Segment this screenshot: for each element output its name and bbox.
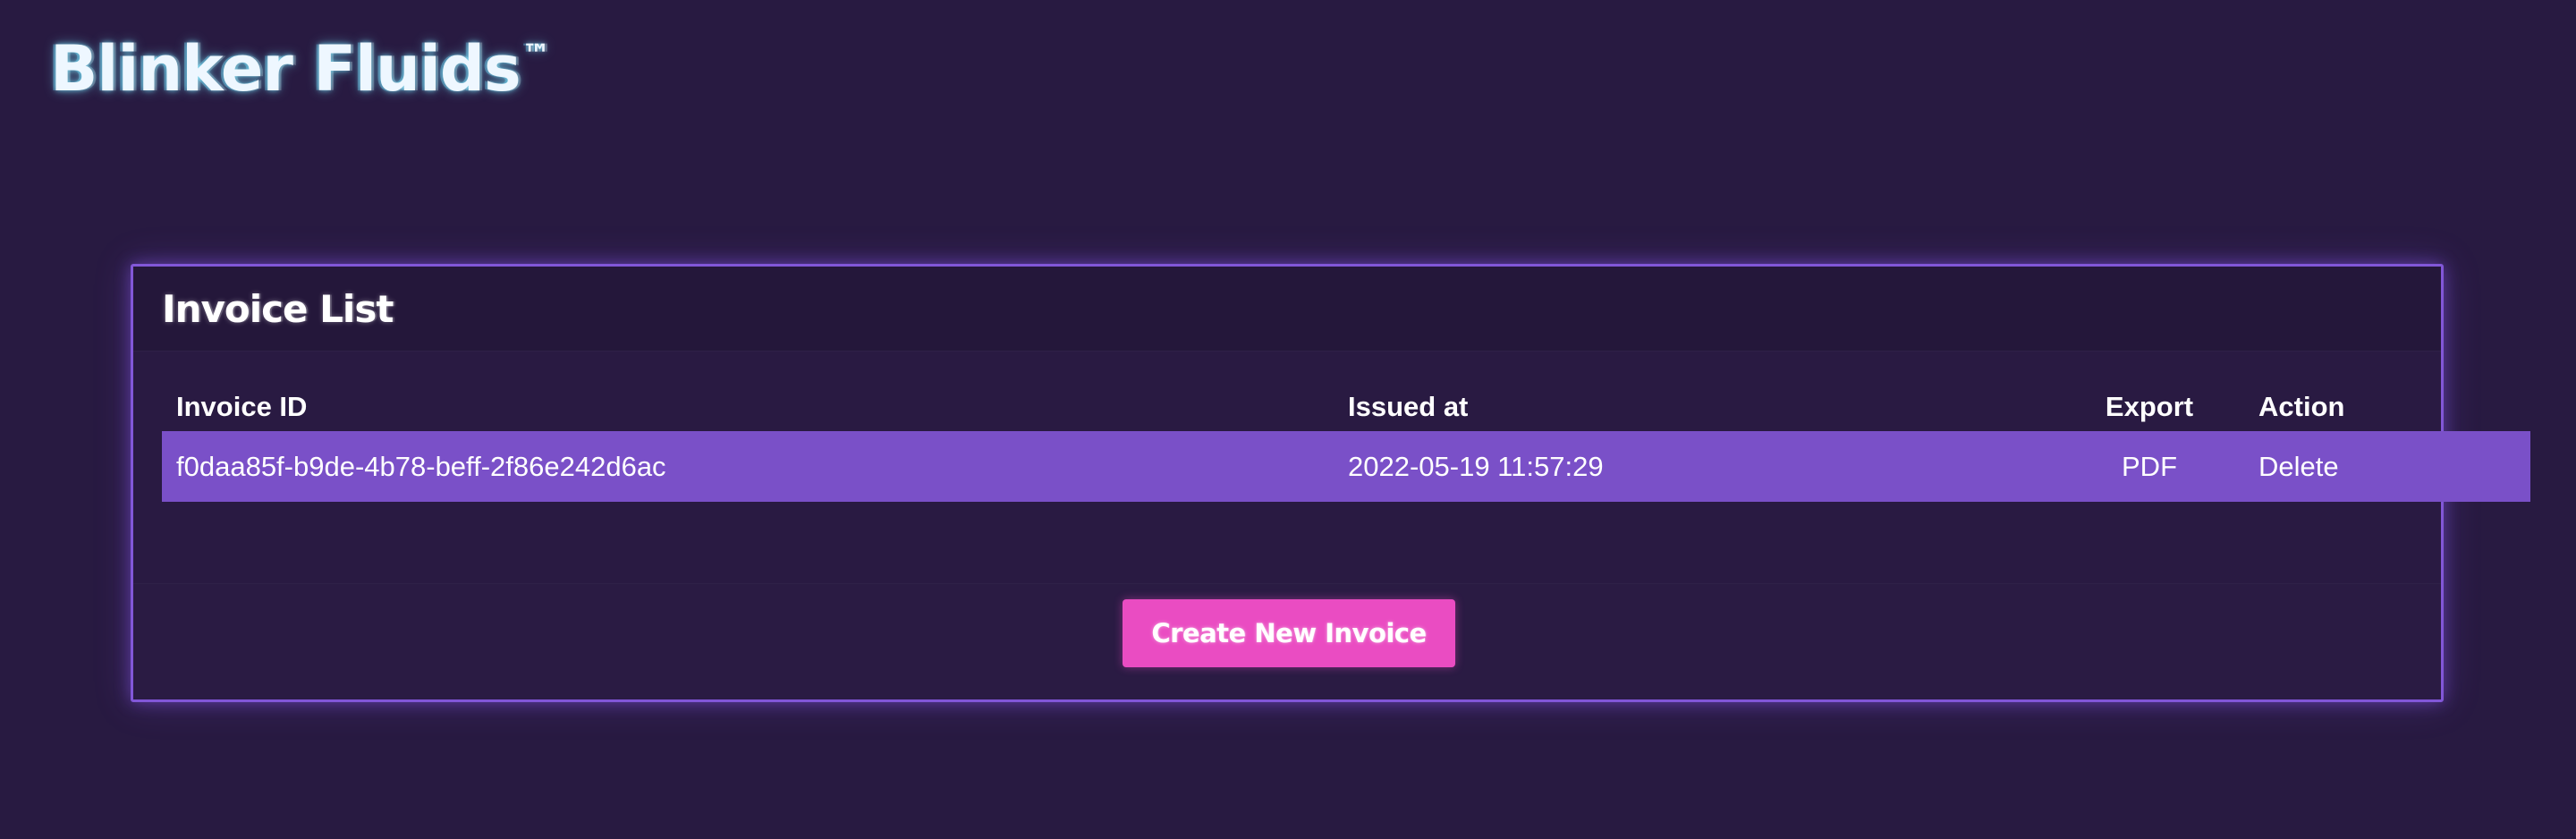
invoice-table-wrapper: Invoice ID Issued at Export Action f0daa… bbox=[162, 383, 2530, 502]
delete-invoice-link[interactable]: Delete bbox=[2244, 431, 2530, 502]
panel-footer: Create New Invoice bbox=[133, 583, 2441, 699]
brand-logo: Blinker Fluids™ bbox=[50, 32, 551, 106]
column-header-invoice-id: Invoice ID bbox=[176, 391, 308, 422]
brand-trademark: ™ bbox=[521, 38, 551, 72]
table-row: f0daa85f-b9de-4b78-beff-2f86e242d6ac 202… bbox=[162, 431, 2530, 502]
brand-name: Blinker Fluids bbox=[50, 32, 521, 106]
table-header-row: Invoice ID Issued at Export Action bbox=[162, 383, 2530, 431]
panel-header: Invoice List bbox=[133, 267, 2441, 352]
invoice-list-panel: Invoice List Invoice ID Issued at Export… bbox=[131, 264, 2530, 702]
invoice-id-cell: f0daa85f-b9de-4b78-beff-2f86e242d6ac bbox=[162, 431, 1334, 502]
column-header-action: Action bbox=[2258, 391, 2345, 422]
column-header-issued-at: Issued at bbox=[1348, 391, 1469, 422]
panel-title: Invoice List bbox=[162, 286, 394, 331]
export-pdf-link[interactable]: PDF bbox=[2055, 431, 2244, 502]
issued-at-cell: 2022-05-19 11:57:29 bbox=[1334, 431, 2055, 502]
column-header-export: Export bbox=[2105, 391, 2194, 422]
create-new-invoice-button[interactable]: Create New Invoice bbox=[1123, 599, 1455, 667]
invoice-table: Invoice ID Issued at Export Action f0daa… bbox=[162, 383, 2530, 502]
